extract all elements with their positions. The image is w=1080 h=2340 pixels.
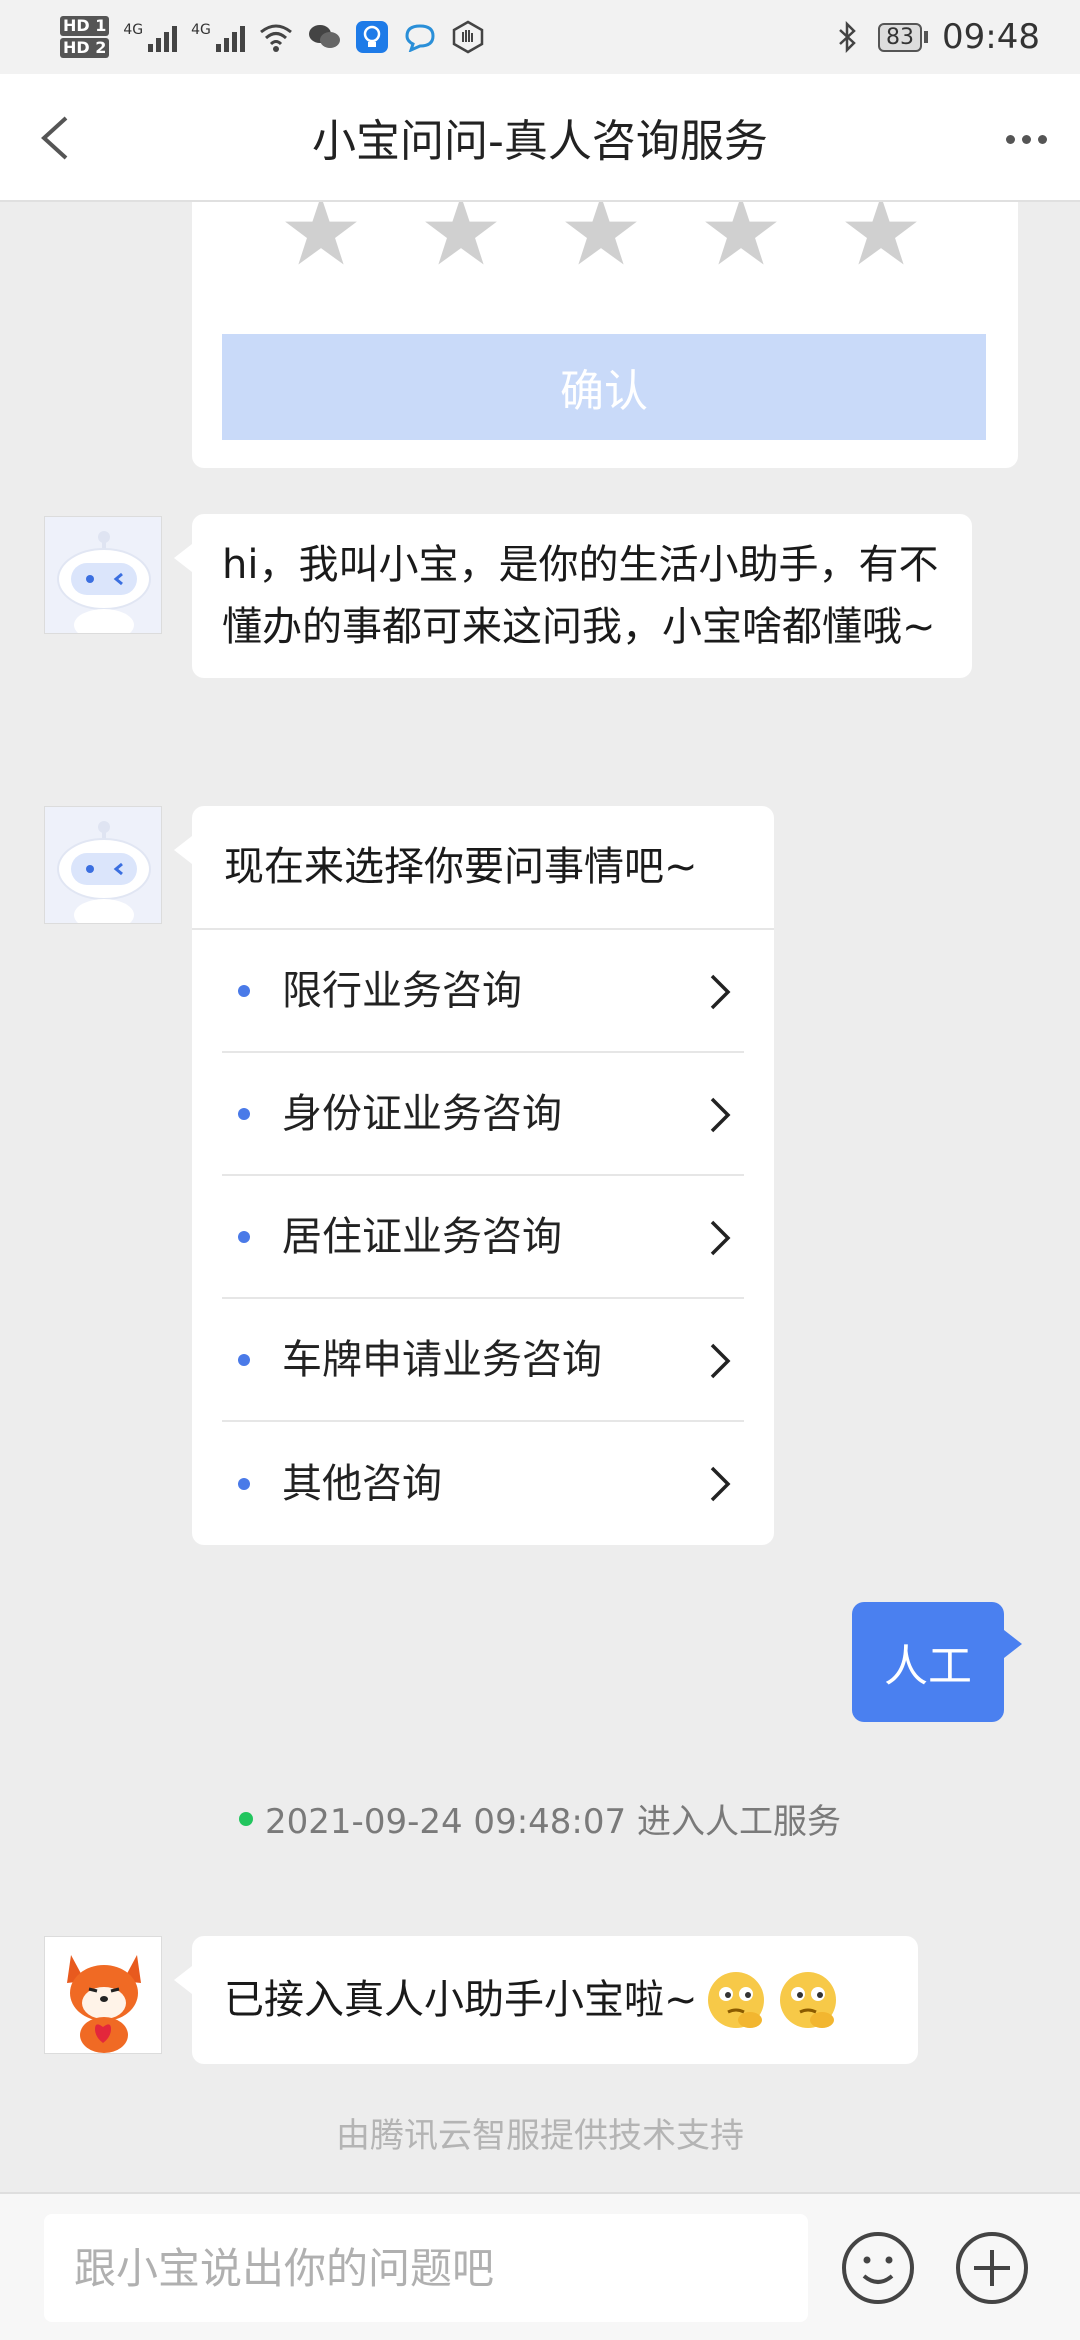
star-icon[interactable] <box>422 202 500 270</box>
bullet-dot-icon <box>238 1353 250 1366</box>
menu-prompt: 现在来选择你要问事情吧~ <box>192 806 774 930</box>
bluetooth-icon <box>830 20 864 54</box>
chat-app-icon <box>403 20 437 54</box>
menu-item[interactable]: 其他咨询 <box>222 1422 744 1545</box>
star-icon[interactable] <box>702 202 780 270</box>
thinking-emoji-icon <box>707 1972 764 2028</box>
message-input[interactable] <box>44 2214 808 2322</box>
bullet-dot-icon <box>238 984 250 997</box>
system-notice-text: 2021-09-24 09:48:07 进入人工服务 <box>265 1802 841 1842</box>
menu-item-label: 居住证业务咨询 <box>282 1213 562 1260</box>
chevron-right-icon <box>710 1220 731 1256</box>
menu-item-label: 限行业务咨询 <box>282 967 522 1014</box>
bot-avatar[interactable] <box>44 516 162 634</box>
network1-label: 4G <box>123 22 144 38</box>
menu-list: 限行业务咨询 身份证业务咨询 居住证业务咨询 车牌申请业务咨询 其他咨询 <box>192 930 774 1545</box>
chevron-right-icon <box>710 1466 731 1502</box>
status-time: 09:48 <box>942 17 1040 57</box>
online-dot-icon <box>239 1811 254 1826</box>
signal2-icon: 4G <box>191 22 245 52</box>
nav-bar: 小宝问问-真人咨询服务 <box>0 74 1080 202</box>
chevron-right-icon <box>710 974 731 1010</box>
signal1-icon: 4G <box>123 22 178 52</box>
menu-bubble: 现在来选择你要问事情吧~ 限行业务咨询 身份证业务咨询 居住证业务咨询 车牌申请… <box>174 806 774 1545</box>
wechat-icon <box>307 20 341 54</box>
input-bar <box>0 2192 1080 2340</box>
agent-avatar[interactable] <box>44 1936 162 2054</box>
menu-item[interactable]: 限行业务咨询 <box>222 930 744 1053</box>
status-bar: HD 1 HD 2 4G 4G 83 09:48 <box>0 0 1080 74</box>
hand-icon <box>451 20 485 54</box>
star-icon[interactable] <box>842 202 920 270</box>
smiley-icon[interactable] <box>838 2228 918 2308</box>
page-title: 小宝问问-真人咨询服务 <box>312 116 768 167</box>
menu-item[interactable]: 居住证业务咨询 <box>222 1176 744 1299</box>
menu-item-label: 车牌申请业务咨询 <box>282 1336 602 1383</box>
star-rating[interactable] <box>282 202 920 270</box>
sim1-label: HD 1 <box>60 16 110 36</box>
menu-item[interactable]: 车牌申请业务咨询 <box>222 1299 744 1422</box>
bot-avatar[interactable] <box>44 806 162 924</box>
confirm-button[interactable]: 确认 <box>222 334 986 440</box>
battery-cap <box>924 31 929 43</box>
user-message-bubble: 人工 <box>852 1602 1022 1722</box>
menu-item-label: 其他咨询 <box>282 1460 442 1507</box>
greeting-text: hi，我叫小宝，是你的生活小助手，有不懂办的事都可来这问我，小宝啥都懂哦~ <box>222 542 939 650</box>
status-left: HD 1 HD 2 4G 4G <box>60 16 485 58</box>
plus-circle-icon[interactable] <box>952 2228 1032 2308</box>
battery-level: 83 <box>878 22 923 52</box>
menu-item-label: 身份证业务咨询 <box>282 1090 562 1137</box>
agent-message-bubble: 已接入真人小助手小宝啦~ <box>174 1936 918 2064</box>
rating-card: 确认 <box>192 202 1018 468</box>
star-icon[interactable] <box>282 202 360 270</box>
sim2-label: HD 2 <box>60 38 110 58</box>
bulb-app-icon <box>355 20 389 54</box>
bullet-dot-icon <box>238 1477 250 1490</box>
chevron-left-icon[interactable] <box>28 108 88 168</box>
bullet-dot-icon <box>238 1107 250 1120</box>
powered-by-note: 由腾讯云智服提供技术支持 <box>336 2116 744 2156</box>
chat-area[interactable]: 确认 hi，我叫小宝，是你的生活小助手，有不懂办的事都可来这问我，小宝啥都懂哦~ <box>0 202 1080 2192</box>
status-right: 83 09:48 <box>830 17 1040 57</box>
menu-item[interactable]: 身份证业务咨询 <box>222 1053 744 1176</box>
greeting-bubble: hi，我叫小宝，是你的生活小助手，有不懂办的事都可来这问我，小宝啥都懂哦~ <box>174 514 972 678</box>
chevron-right-icon <box>710 1097 731 1133</box>
wifi-icon <box>259 20 293 54</box>
agent-message-text: 已接入真人小助手小宝啦~ <box>224 1977 698 2023</box>
more-dots-icon[interactable] <box>996 114 1056 164</box>
user-message-text: 人工 <box>884 1641 972 1692</box>
network2-label: 4G <box>191 22 211 38</box>
sim-indicators: HD 1 HD 2 <box>60 16 110 58</box>
thinking-emoji-icon <box>779 1972 836 2028</box>
chevron-right-icon <box>710 1343 731 1379</box>
battery-indicator: 83 <box>878 22 929 52</box>
star-icon[interactable] <box>562 202 640 270</box>
system-notice: 2021-09-24 09:48:07 进入人工服务 <box>0 1794 1080 1843</box>
bullet-dot-icon <box>238 1230 250 1243</box>
